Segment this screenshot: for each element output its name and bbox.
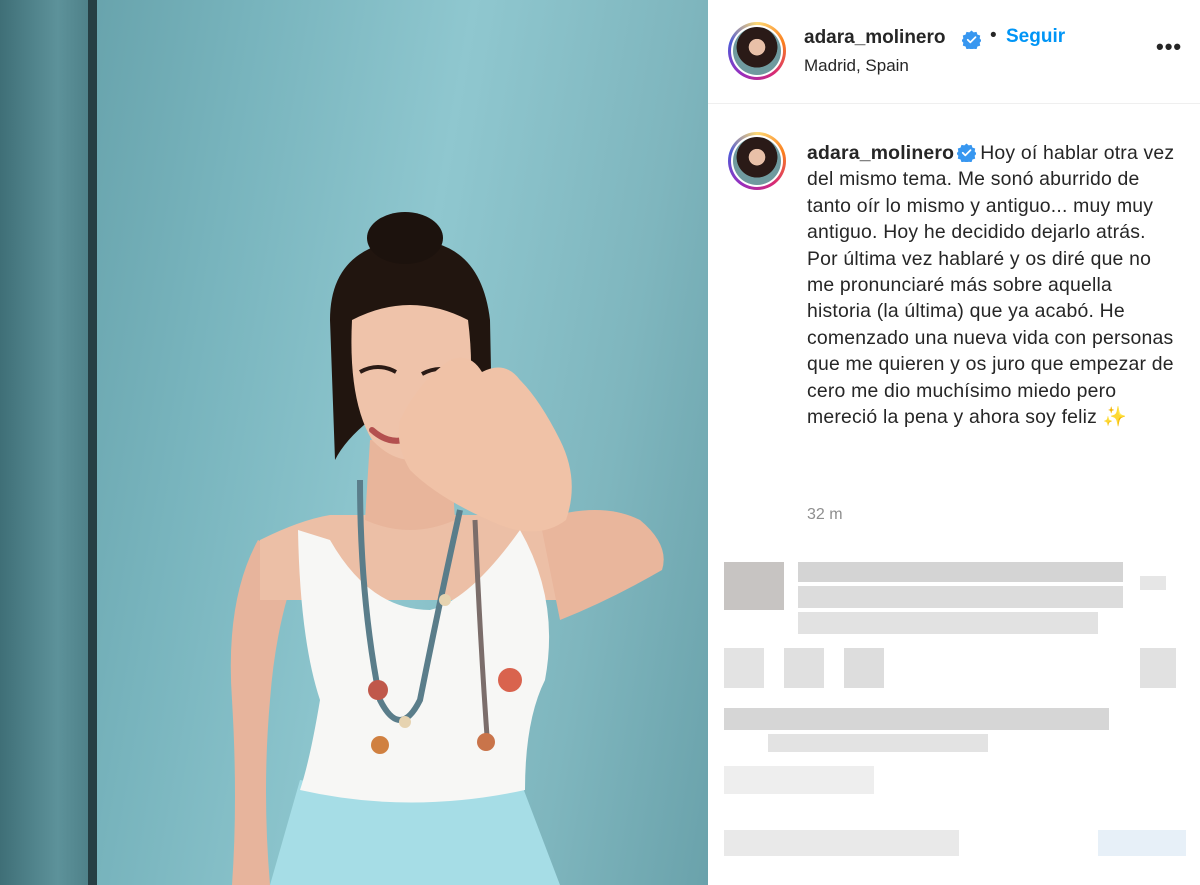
blurred-line — [798, 612, 1098, 634]
shell-2 — [439, 594, 451, 606]
blurred-avatar — [724, 562, 784, 610]
blurred-icon — [724, 648, 764, 688]
post-header: adara_molinero • Seguir Madrid, Spain ••… — [708, 0, 1200, 104]
tassel-3 — [371, 736, 389, 754]
avatar[interactable] — [728, 22, 786, 80]
more-options-icon[interactable]: ••• — [1156, 34, 1182, 60]
tassel-4 — [477, 733, 495, 751]
blurred-icon — [844, 648, 884, 688]
blurred-line — [724, 830, 959, 856]
blurred-line — [768, 734, 988, 752]
blurred-line — [1098, 830, 1186, 856]
blurred-line — [724, 708, 1109, 730]
blurred-icon — [1140, 576, 1166, 590]
post-location[interactable]: Madrid, Spain — [804, 56, 909, 76]
blurred-line — [798, 562, 1123, 582]
shell-1 — [399, 716, 411, 728]
post-timestamp[interactable]: 32 m — [807, 506, 843, 524]
right-arm — [540, 510, 664, 620]
verified-badge-icon — [962, 30, 981, 49]
caption-avatar[interactable] — [728, 132, 786, 190]
post-photo[interactable] — [0, 0, 708, 885]
hair-bun — [367, 212, 443, 264]
blurred-icon — [784, 648, 824, 688]
post-caption: adara_molinero Hoy oí hablar otra vez de… — [807, 140, 1177, 430]
avatar-frame — [731, 25, 783, 77]
header-username[interactable]: adara_molinero — [804, 27, 946, 49]
blurred-line — [724, 766, 874, 794]
caption-username[interactable]: adara_molinero — [807, 142, 954, 164]
blurred-icon — [1140, 648, 1176, 688]
caption-text: Hoy oí hablar otra vez del mismo tema. M… — [807, 142, 1175, 429]
tassel-2 — [498, 668, 522, 692]
woman-illustration — [230, 212, 664, 885]
verified-badge-icon — [957, 143, 977, 162]
tassel-1 — [368, 680, 388, 700]
avatar-image — [733, 27, 781, 75]
blurred-line — [798, 586, 1123, 608]
caption-avatar-image — [733, 137, 781, 185]
separator-dot: • — [990, 25, 997, 46]
censored-comments-area — [708, 548, 1200, 885]
follow-button[interactable]: Seguir — [1006, 26, 1065, 48]
caption-avatar-frame — [731, 135, 783, 187]
